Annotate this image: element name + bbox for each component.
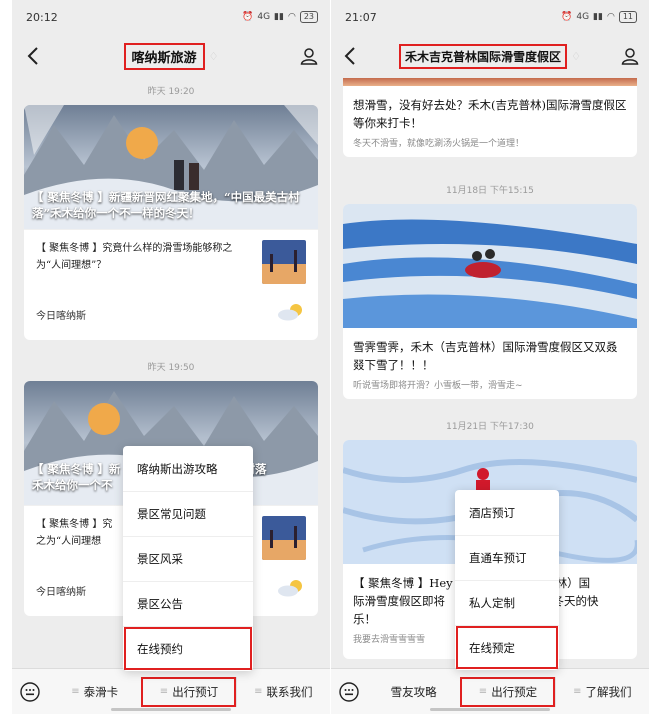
- submenu-item-online-reservation[interactable]: 在线预定: [455, 625, 559, 670]
- submenu-item-travel-guide[interactable]: 喀纳斯出游攻略: [123, 446, 253, 491]
- article-title: 雪霁雪霁，禾木（吉克普林）国际滑雪度假区又双叒叕下雪了！！！: [353, 340, 618, 372]
- keyboard-icon[interactable]: [12, 681, 48, 702]
- sub-article-title: 【 聚焦冬博 】究: [36, 519, 113, 530]
- footer-source: 今日喀纳斯: [36, 310, 86, 322]
- article-title: 想滑雪，没有好去处？禾木(吉克普林)国际滑雪度假区等你来打卡！: [353, 98, 627, 130]
- signal-icon: ▮▮: [593, 12, 603, 22]
- menu-travel-booking[interactable]: ≡ 出行预订: [141, 676, 236, 707]
- keyboard-icon[interactable]: [331, 681, 367, 702]
- menu-contact-us[interactable]: ≡ 联系我们: [235, 676, 330, 707]
- article-headline: 禾木给你一个不: [32, 478, 113, 492]
- status-icons: ⏰ 4G ▮▮ ◠ 23: [242, 11, 318, 23]
- submenu-item-private-custom[interactable]: 私人定制: [455, 580, 559, 625]
- snow-tubing-image: [343, 204, 637, 328]
- status-bar: 20:12 ⏰ 4G ▮▮ ◠ 23: [12, 0, 330, 34]
- alarm-icon: ⏰: [561, 12, 573, 22]
- battery-icon: 23: [299, 11, 318, 23]
- menu-icon: ≡: [254, 686, 263, 697]
- signal-label: 4G: [257, 12, 271, 22]
- wifi-icon: ◠: [606, 12, 615, 22]
- article-title: 乐！: [353, 612, 376, 626]
- submenu-item-scenery[interactable]: 景区风采: [123, 536, 253, 581]
- menu-icon: ≡: [71, 686, 80, 697]
- footer-source: 今日喀纳斯: [36, 586, 86, 598]
- status-icons: ⏰ 4G ▮▮ ◠ 11: [561, 11, 637, 23]
- card-footer: 今日喀纳斯: [24, 294, 318, 340]
- nav-bar: 禾木吉克普林国际滑雪度假区 ♢: [331, 34, 649, 78]
- article-headline: 【 聚焦冬博 】新: [32, 462, 121, 476]
- battery-icon: 11: [618, 11, 637, 23]
- home-indicator: [111, 708, 231, 711]
- menu-ski-card[interactable]: ≡ 泰滑卡: [48, 677, 141, 707]
- menu-about-us[interactable]: ≡ 了解我们: [554, 676, 649, 707]
- verified-icon: ♢: [571, 49, 581, 63]
- article-desc: 听说雪场即将开滑？小雪板一带，滑雪走~: [353, 381, 523, 391]
- signal-icon: ▮▮: [274, 12, 284, 22]
- nav-bar: 喀纳斯旅游 ♢: [12, 34, 330, 78]
- profile-icon[interactable]: [619, 45, 641, 67]
- sub-article-title: 【 聚焦冬博 】究竟什么样的滑雪场能够称之为“人间理想”？: [36, 243, 233, 271]
- left-phone-screen: 20:12 ⏰ 4G ▮▮ ◠ 23 喀纳斯旅游 ♢ 昨天 19:20 【 聚焦…: [12, 0, 330, 714]
- signal-label: 4G: [576, 12, 590, 22]
- article-cover[interactable]: [343, 204, 637, 328]
- sub-article[interactable]: 【 聚焦冬博 】究竟什么样的滑雪场能够称之为“人间理想”？: [24, 229, 318, 294]
- article-desc: 冬天不滑雪，就像吃涮汤火锅是一个道理！: [353, 139, 525, 149]
- menu-ski-guide[interactable]: 雪友攻略: [367, 677, 460, 707]
- article-title: 际滑雪度假区即将: [353, 594, 445, 608]
- menu-travel-reservation[interactable]: ≡ 出行预定: [460, 676, 555, 707]
- verified-icon: ♢: [208, 49, 219, 63]
- article-card[interactable]: 想滑雪，没有好去处？禾木(吉克普林)国际滑雪度假区等你来打卡！ 冬天不滑雪，就像…: [343, 78, 637, 157]
- back-icon[interactable]: [22, 45, 44, 67]
- article-cover[interactable]: 【 聚焦冬博 】新疆新晋网红聚集地，“中国最美古村落”禾木给你一个不一样的冬天！: [24, 105, 318, 229]
- sub-article-thumbnail: [262, 516, 306, 560]
- weather-icon: [276, 578, 306, 602]
- sub-article-thumbnail: [262, 240, 306, 284]
- right-phone-screen: 21:07 ⏰ 4G ▮▮ ◠ 11 禾木吉克普林国际滑雪度假区 ♢ 想滑雪，没…: [331, 0, 649, 714]
- article-cover: [343, 78, 637, 86]
- menu-icon: ≡: [478, 686, 488, 697]
- wifi-icon: ◠: [287, 12, 296, 22]
- submenu-popup: 喀纳斯出游攻略 景区常见问题 景区风采 景区公告 在线预约: [123, 446, 253, 671]
- article-headline: 【 聚焦冬博 】新疆新晋网红聚集地，“中国最美古村落”禾木给你一个不一样的冬天！: [32, 190, 300, 220]
- menu-icon: ≡: [159, 686, 169, 697]
- article-card[interactable]: 雪霁雪霁，禾木（吉克普林）国际滑雪度假区又双叒叕下雪了！！！ 听说雪场即将开滑？…: [343, 204, 637, 399]
- message-timestamp: 11月18日 下午15:15: [446, 186, 534, 196]
- submenu-item-faq[interactable]: 景区常见问题: [123, 491, 253, 536]
- page-title: 喀纳斯旅游: [123, 42, 205, 70]
- submenu-item-online-booking[interactable]: 在线预约: [123, 626, 253, 671]
- status-time: 21:07: [345, 10, 377, 24]
- message-timestamp: 11月21日 下午17:30: [446, 422, 534, 432]
- profile-icon[interactable]: [298, 45, 320, 67]
- submenu-item-announcement[interactable]: 景区公告: [123, 581, 253, 626]
- alarm-icon: ⏰: [242, 12, 254, 22]
- submenu-popup: 酒店预订 直通车预订 私人定制 在线预定: [455, 490, 559, 670]
- article-title: 【 聚焦冬博 】Hey: [353, 576, 453, 590]
- message-timestamp: 昨天 19:20: [147, 87, 195, 97]
- weather-icon: [276, 302, 306, 326]
- submenu-item-shuttle-booking[interactable]: 直通车预订: [455, 535, 559, 580]
- article-card[interactable]: 【 聚焦冬博 】新疆新晋网红聚集地，“中国最美古村落”禾木给你一个不一样的冬天！…: [24, 105, 318, 340]
- status-bar: 21:07 ⏰ 4G ▮▮ ◠ 11: [331, 0, 649, 34]
- submenu-item-hotel-booking[interactable]: 酒店预订: [455, 490, 559, 535]
- menu-icon: ≡: [573, 686, 582, 697]
- status-time: 20:12: [26, 10, 58, 24]
- message-timestamp: 昨天 19:50: [147, 363, 195, 373]
- page-title: 禾木吉克普林国际滑雪度假区: [399, 43, 568, 69]
- home-indicator: [430, 708, 550, 711]
- sub-article-title: 之为“人间理想: [36, 536, 102, 547]
- back-icon[interactable]: [339, 45, 361, 67]
